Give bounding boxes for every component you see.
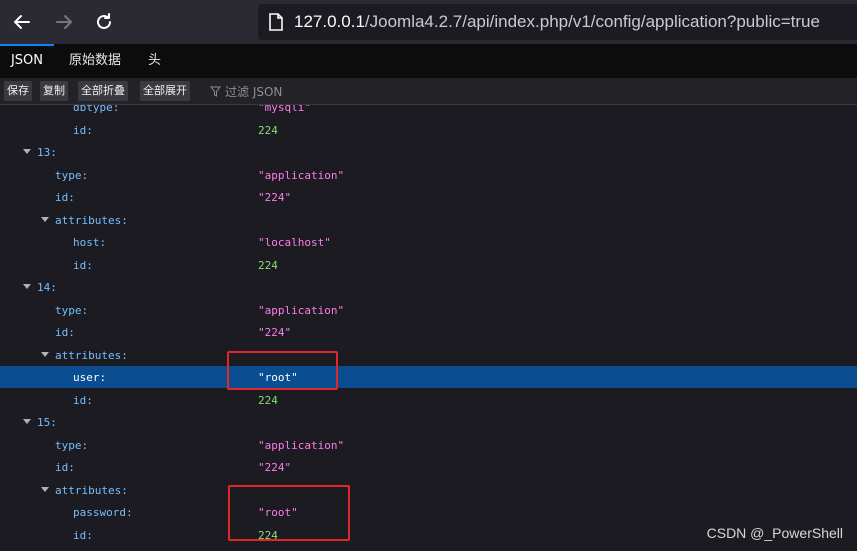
json-key: attributes:: [55, 348, 128, 362]
json-value: 224: [258, 258, 278, 272]
json-value: "mysqli": [258, 105, 311, 114]
reload-icon: [97, 13, 111, 29]
save-button[interactable]: 保存: [4, 81, 32, 101]
json-key: host:: [73, 236, 107, 249]
json-tree: dbtype: "mysqli" id: 224 13: type: "applicatio…: [0, 105, 857, 551]
json-key: id:: [55, 326, 75, 339]
forward-button[interactable]: [48, 6, 80, 38]
json-key: type:: [55, 438, 89, 452]
json-value: "application": [258, 303, 345, 317]
expand-toggle-icon[interactable]: [23, 419, 31, 424]
json-value: 224: [258, 123, 278, 137]
expand-toggle-icon[interactable]: [41, 216, 49, 222]
json-key: 15:: [37, 416, 57, 429]
url-text: 127.0.0.1/Joomla4.2.7/api/index.php/v1/c…: [294, 12, 820, 32]
tree-leaf-row[interactable]: id: "224": [0, 456, 857, 478]
json-toolbar: 保存 复制 全部折叠 全部展开 过滤 JSON: [0, 78, 857, 105]
json-value: "application": [258, 438, 345, 452]
json-key: type:: [55, 303, 89, 317]
json-key: attributes:: [55, 213, 128, 227]
tree-node-row[interactable]: 13:: [0, 141, 857, 163]
json-value: 224: [258, 528, 278, 542]
expand-toggle-icon[interactable]: [23, 149, 31, 154]
filter-icon: [210, 86, 221, 97]
tree-leaf-row[interactable]: id: "224": [0, 186, 857, 208]
url-host: 127.0.0.1: [294, 12, 365, 31]
json-key: attributes:: [55, 483, 128, 497]
reload-button[interactable]: [88, 6, 120, 38]
tree-leaf-row[interactable]: type: "application": [0, 164, 857, 186]
address-bar[interactable]: 127.0.0.1/Joomla4.2.7/api/index.php/v1/c…: [258, 4, 857, 40]
tab-raw-data[interactable]: 原始数据: [69, 44, 121, 78]
tree-leaf-row[interactable]: host: "localhost": [0, 231, 857, 253]
json-value: "224": [258, 461, 292, 474]
arrow-right-icon: [56, 15, 72, 29]
tree-leaf-row[interactable]: id: 224: [0, 389, 857, 411]
json-key: id:: [73, 393, 93, 407]
tree-leaf-row[interactable]: type: "application": [0, 299, 857, 321]
tree-node-row[interactable]: 14:: [0, 276, 857, 298]
collapse-all-button[interactable]: 全部折叠: [78, 81, 128, 101]
expand-toggle-icon[interactable]: [41, 486, 49, 492]
tree-leaf-row[interactable]: id: 224: [0, 254, 857, 276]
tree-node-row[interactable]: 15:: [0, 411, 857, 433]
json-key: id:: [73, 528, 93, 542]
tree-node-row[interactable]: attributes:: [0, 479, 857, 501]
json-key: password:: [73, 506, 133, 519]
json-value: "224": [258, 326, 292, 339]
tree-leaf-row[interactable]: id: "224": [0, 321, 857, 343]
tree-leaf-row[interactable]: type: "application": [0, 434, 857, 456]
json-key: id:: [73, 258, 93, 272]
json-key: id:: [73, 123, 93, 137]
json-key: id:: [55, 191, 75, 204]
watermark: CSDN @_PowerShell: [706, 525, 843, 541]
filter-json-input[interactable]: 过滤 JSON: [210, 81, 282, 101]
browser-toolbar: 127.0.0.1/Joomla4.2.7/api/index.php/v1/c…: [0, 0, 857, 44]
tree-leaf-row[interactable]: id: 224: [0, 119, 857, 141]
tree-leaf-row[interactable]: password: "root": [0, 501, 857, 523]
json-key: 13:: [37, 146, 57, 159]
expand-all-button[interactable]: 全部展开: [140, 81, 190, 101]
json-value: "224": [258, 191, 292, 204]
tree-node-row[interactable]: attributes:: [0, 344, 857, 366]
json-key: id:: [55, 461, 75, 474]
tree-leaf-row[interactable]: user: "root": [0, 366, 857, 388]
json-value: "root": [258, 506, 298, 519]
json-key: 14:: [37, 281, 57, 294]
json-value: 224: [258, 393, 278, 407]
expand-toggle-icon[interactable]: [41, 351, 49, 357]
filter-placeholder: 过滤 JSON: [225, 84, 283, 99]
json-key: user:: [73, 371, 107, 384]
tree-leaf-row[interactable]: dbtype: "mysqli": [0, 105, 857, 118]
tab-headers[interactable]: 头: [148, 44, 161, 78]
json-value: "localhost": [258, 236, 331, 249]
viewer-tabs: JSON 原始数据 头: [0, 44, 857, 78]
json-key: dbtype:: [73, 105, 120, 114]
json-value: "root": [258, 371, 298, 384]
expand-toggle-icon[interactable]: [23, 284, 31, 289]
page-icon: [268, 13, 284, 31]
arrow-left-icon: [14, 15, 30, 29]
tree-node-row[interactable]: attributes:: [0, 209, 857, 231]
json-value: "application": [258, 168, 345, 182]
url-path: /Joomla4.2.7/api/index.php/v1/config/app…: [364, 12, 820, 31]
back-button[interactable]: [6, 6, 38, 38]
copy-button[interactable]: 复制: [40, 81, 68, 101]
json-key: type:: [55, 168, 89, 182]
tab-json[interactable]: JSON: [0, 44, 54, 78]
